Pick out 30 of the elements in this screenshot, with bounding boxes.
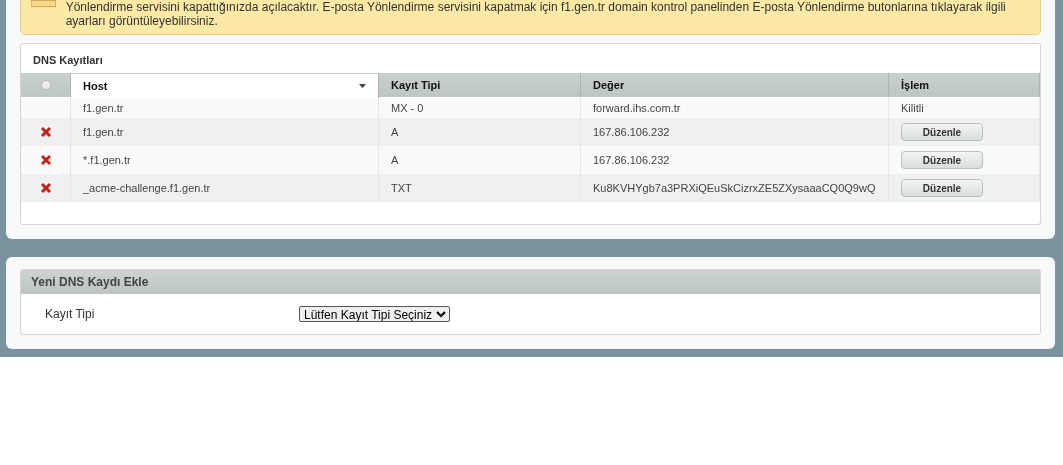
table-cell: _acme-challenge.f1.gen.tr [71, 174, 379, 202]
edit-button[interactable]: Düzenle [901, 179, 983, 197]
column-header[interactable]: Host [71, 73, 379, 98]
table-cell: f1.gen.tr [71, 98, 379, 118]
column-header: Kayıt Tipi [379, 73, 581, 97]
field-label: Kayıt Tipi [45, 307, 96, 321]
delete-icon[interactable] [39, 126, 52, 138]
table-cell: forward.ihs.com.tr [581, 98, 889, 118]
delete-icon[interactable] [39, 154, 52, 166]
table-cell: TXT [379, 174, 581, 202]
section-title: DNS Kayıtları [32, 53, 104, 68]
column-header: Değer [581, 73, 889, 97]
locked-label: Kilitli [901, 102, 924, 114]
record-type-select[interactable]: Lütfen Kayıt Tipi Seçiniz [299, 306, 450, 322]
table-cell: f1.gen.tr [71, 118, 379, 146]
table-cell: MX - 0 [379, 98, 581, 118]
table-cell: 167.86.106.232 [581, 118, 889, 146]
section-title: Yeni DNS Kaydı Ekle [21, 270, 1040, 294]
delete-icon[interactable] [39, 182, 52, 194]
table-cell: Ku8KVHYgb7a3PRXiQEuSkCizrxZE5ZXysaaaCQ0Q9wQ [581, 174, 889, 202]
select-all-radio[interactable] [40, 80, 51, 90]
edit-button[interactable]: Düzenle [901, 123, 983, 141]
edit-button[interactable]: Düzenle [901, 151, 983, 169]
table-cell: A [379, 146, 581, 174]
notice-text: Yönlendirme servisini kapattığınızda açılacaktır. E-posta Yönlendirme servisini kapatmak için f1.gen.tr domain kontrol panelinden E-posta Yönlendirme butonlarına tıklayarak ilgili ayarları görüntüleyebilirsiniz. [65, 0, 1007, 28]
table-cell: A [379, 118, 581, 146]
column-header: İşlem [889, 73, 1040, 97]
table-cell: 167.86.106.232 [581, 146, 889, 174]
table-cell: *.f1.gen.tr [71, 146, 379, 174]
sort-caret-icon [359, 84, 366, 88]
